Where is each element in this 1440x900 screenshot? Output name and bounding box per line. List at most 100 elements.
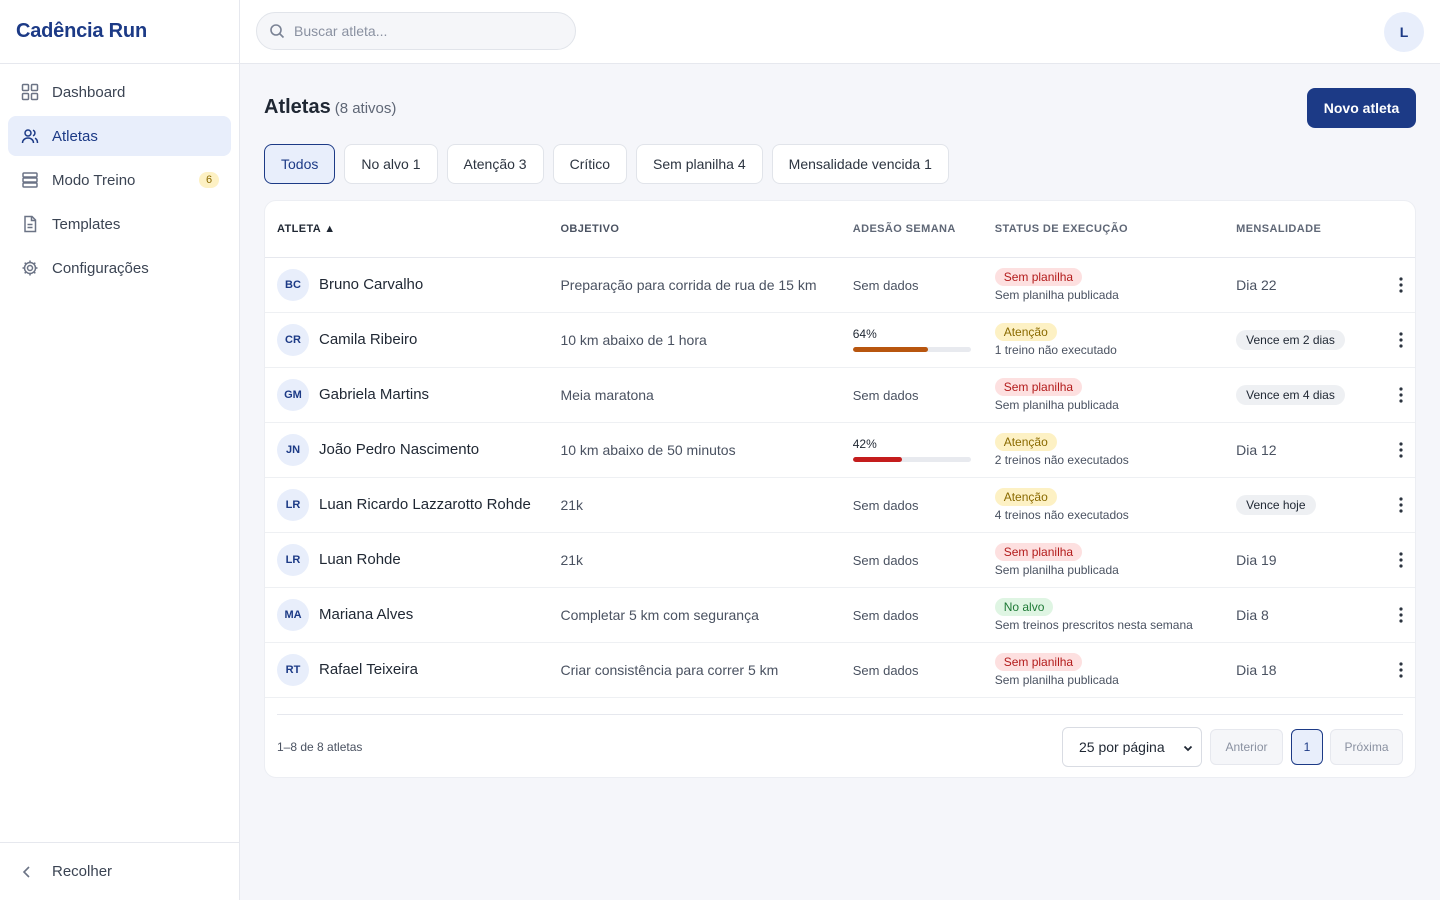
athlete-name[interactable]: Camila Ribeiro	[319, 331, 417, 348]
athlete-goal: 21k	[560, 496, 584, 513]
sidebar-item-modo-treino[interactable]: Modo Treino 6	[8, 160, 231, 200]
per-page-value: 25 por página	[1079, 739, 1165, 755]
sidebar-item-dashboard[interactable]: Dashboard	[8, 72, 231, 112]
status-cell: Atenção 4 treinos não executados	[982, 477, 1225, 533]
fee-day: Dia 22	[1236, 276, 1277, 293]
athlete-name[interactable]: Mariana Alves	[319, 606, 413, 623]
sidebar-item-configuracoes[interactable]: Configurações	[8, 248, 231, 288]
more-options-button[interactable]	[1389, 658, 1413, 682]
table-row[interactable]: LR Luan Ricardo Lazzarotto Rohde 21k Sem da…	[265, 477, 1415, 533]
count-badge: 6	[199, 172, 219, 188]
more-vertical-icon	[1399, 661, 1403, 678]
athlete-avatar: BC	[277, 268, 309, 301]
goal-cell: 10 km abaixo de 1 hora	[548, 312, 841, 368]
athletes-table-card: ATLETA ▲ OBJETIVO ADESÃO SEMANA STATUS D…	[264, 200, 1416, 778]
adherence-value: Sem dados	[852, 497, 919, 513]
adherence-bar-fill	[852, 457, 903, 462]
goal-cell: 21k	[548, 477, 841, 533]
more-options-button[interactable]	[1389, 493, 1413, 517]
filter-todos[interactable]: Todos	[264, 144, 336, 184]
status-detail: Sem planilha publicada	[994, 397, 1119, 412]
main-content: Atletas (8 ativos) Novo atleta Todos No a…	[264, 64, 1416, 778]
adherence-bar	[852, 347, 971, 352]
athlete-name[interactable]: Rafael Teixeira	[319, 661, 418, 678]
per-page-select[interactable]: 25 por página	[1062, 727, 1202, 767]
filter-sem-planilha[interactable]: Sem planilha 4	[636, 144, 763, 184]
table-row[interactable]: JN João Pedro Nascimento 10 km abaixo de 5…	[265, 422, 1415, 478]
status-badge: Sem planilha	[994, 652, 1083, 671]
new-athlete-button[interactable]: Novo atleta	[1307, 88, 1416, 128]
goal-cell: 10 km abaixo de 50 minutos	[548, 422, 841, 478]
chevron-down-icon	[1183, 745, 1193, 752]
collapse-sidebar-button[interactable]: Recolher	[0, 842, 239, 900]
athlete-avatar: CR	[277, 323, 309, 356]
page-header: Atletas (8 ativos) Novo atleta	[264, 64, 1416, 150]
athlete-avatar: MA	[277, 598, 309, 631]
next-page-button[interactable]: Próxima	[1330, 729, 1403, 765]
athlete-name[interactable]: Luan Rohde	[319, 551, 401, 568]
search-box[interactable]	[256, 12, 576, 50]
goal-cell: Meia maratona	[548, 367, 841, 423]
athlete-goal: 21k	[560, 551, 584, 568]
more-options-button[interactable]	[1389, 603, 1413, 627]
more-options-button[interactable]	[1389, 328, 1413, 352]
more-options-button[interactable]	[1389, 273, 1413, 297]
adherence-value: Sem dados	[852, 662, 919, 678]
athlete-name[interactable]: Bruno Carvalho	[319, 276, 423, 293]
header-athlete[interactable]: ATLETA ▲	[265, 201, 549, 258]
athlete-goal: 10 km abaixo de 50 minutos	[560, 441, 736, 458]
athlete-cell: BC Bruno Carvalho	[265, 257, 549, 313]
more-options-button[interactable]	[1389, 383, 1413, 407]
athlete-cell: JN João Pedro Nascimento	[265, 422, 549, 478]
status-badge: No alvo	[994, 597, 1054, 616]
filter-no-alvo[interactable]: No alvo 1	[344, 144, 438, 184]
status-cell: Sem planilha Sem planilha publicada	[982, 642, 1225, 698]
server-icon	[20, 170, 40, 190]
adherence-cell: Sem dados	[840, 642, 983, 698]
athlete-goal: Completar 5 km com segurança	[560, 606, 759, 623]
search-input[interactable]	[294, 23, 554, 39]
page-1-button[interactable]: 1	[1291, 729, 1323, 765]
filter-critico[interactable]: Crítico	[552, 144, 628, 184]
table-row[interactable]: BC Bruno Carvalho Preparação para corrida …	[265, 257, 1415, 313]
table-row[interactable]: GM Gabriela Martins Meia maratona Sem dados…	[265, 367, 1415, 423]
table-row[interactable]: CR Camila Ribeiro 10 km abaixo de 1 hora 64…	[265, 312, 1415, 368]
page-title-text: Atletas	[264, 96, 331, 118]
table-row[interactable]: MA Mariana Alves Completar 5 km com segura…	[265, 587, 1415, 643]
athlete-name[interactable]: Luan Ricardo Lazzarotto Rohde	[319, 496, 531, 513]
fee-due-pill: Vence em 4 dias	[1236, 384, 1345, 405]
table-row[interactable]: LR Luan Rohde 21k Sem dados Sem planilha Sem …	[265, 532, 1415, 588]
page-title: Atletas (8 ativos)	[264, 96, 396, 119]
gear-icon	[20, 258, 40, 278]
status-cell: Atenção 1 treino não executado	[982, 312, 1225, 368]
sidebar-item-templates[interactable]: Templates	[8, 204, 231, 244]
more-vertical-icon	[1399, 496, 1403, 513]
status-badge: Atenção	[994, 322, 1057, 341]
athlete-name[interactable]: Gabriela Martins	[319, 386, 429, 403]
filter-atencao[interactable]: Atenção 3	[446, 144, 544, 184]
more-options-button[interactable]	[1389, 548, 1413, 572]
app-logo: Cadência Run	[0, 0, 239, 64]
search-icon	[270, 24, 285, 39]
actions-cell	[1363, 312, 1415, 368]
goal-cell: 21k	[548, 532, 841, 588]
status-cell: Sem planilha Sem planilha publicada	[982, 257, 1225, 313]
status-detail: 1 treino não executado	[994, 342, 1117, 357]
filter-mensalidade-vencida[interactable]: Mensalidade vencida 1	[771, 144, 949, 184]
more-vertical-icon	[1399, 441, 1403, 458]
sidebar-item-label: Atletas	[52, 127, 98, 145]
status-detail: Sem treinos prescritos nesta semana	[994, 617, 1193, 632]
previous-page-button[interactable]: Anterior	[1210, 729, 1283, 765]
user-avatar[interactable]: L	[1384, 12, 1424, 52]
sidebar-item-atletas[interactable]: Atletas	[8, 116, 231, 156]
athlete-name[interactable]: João Pedro Nascimento	[319, 441, 479, 458]
sidebar-item-label: Configurações	[52, 259, 149, 277]
table-row[interactable]: RT Rafael Teixeira Criar consistência para…	[265, 642, 1415, 698]
adherence-value: 64%	[852, 327, 877, 341]
more-options-button[interactable]	[1389, 438, 1413, 462]
athlete-avatar: JN	[277, 433, 309, 466]
header-fee: MENSALIDADE	[1224, 201, 1364, 258]
more-vertical-icon	[1399, 606, 1403, 623]
status-cell: Sem planilha Sem planilha publicada	[982, 367, 1225, 423]
filter-chips: Todos No alvo 1 Atenção 3 Crítico Sem pl…	[264, 144, 1416, 184]
